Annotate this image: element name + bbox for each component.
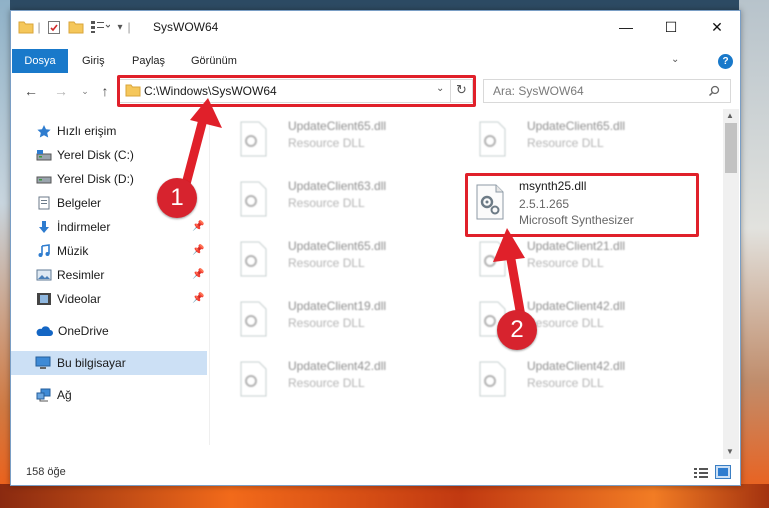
step-badge-1: 1	[157, 178, 197, 218]
arrow-2-head	[493, 228, 525, 262]
annotation-arrows	[181, 98, 527, 327]
step-badge-2: 2	[497, 310, 537, 350]
arrow-1-head	[190, 98, 222, 128]
